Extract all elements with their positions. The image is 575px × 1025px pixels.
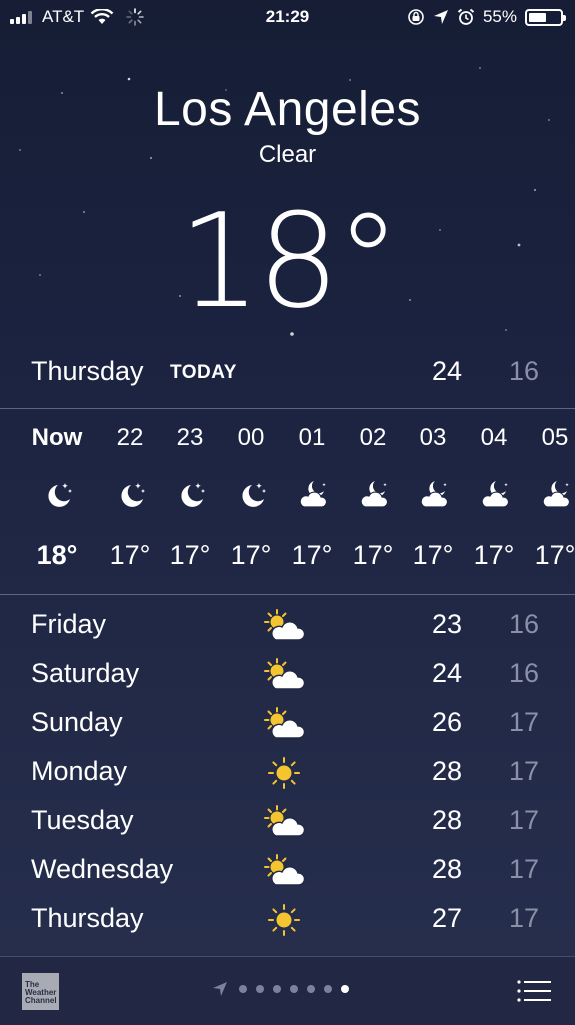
battery-icon bbox=[525, 8, 566, 26]
status-bar: AT&T 21:29 55% bbox=[0, 0, 575, 34]
hourly-temp: 17° bbox=[534, 540, 575, 570]
daily-high: 24 bbox=[431, 658, 463, 688]
page-dot[interactable] bbox=[341, 985, 349, 993]
partly-sunny-icon bbox=[262, 852, 306, 890]
moon-stars-icon bbox=[41, 478, 75, 512]
daily-day: Saturday bbox=[31, 658, 140, 688]
partly-sunny-icon bbox=[262, 803, 306, 841]
today-low: 16 bbox=[508, 356, 540, 386]
daily-forecast-row: Saturday 24 16 bbox=[0, 654, 575, 700]
daily-forecast-row: Tuesday 28 17 bbox=[0, 801, 575, 847]
cloud-moon-icon bbox=[539, 478, 573, 512]
divider bbox=[0, 408, 575, 409]
cloud-moon-icon bbox=[296, 478, 330, 512]
daily-high: 27 bbox=[431, 903, 463, 933]
current-temperature: 18° bbox=[178, 185, 400, 337]
hourly-time: 23 bbox=[176, 424, 204, 451]
city-name: Los Angeles bbox=[153, 83, 422, 136]
moon-stars-icon bbox=[114, 478, 148, 512]
daily-high: 26 bbox=[431, 707, 463, 737]
page-dot[interactable] bbox=[239, 985, 247, 993]
hourly-time: 03 bbox=[419, 424, 447, 451]
hourly-time: 02 bbox=[359, 424, 387, 451]
cloud-moon-icon bbox=[417, 478, 451, 512]
page-dot[interactable] bbox=[307, 985, 315, 993]
page-indicator[interactable] bbox=[212, 981, 349, 997]
daily-high: 28 bbox=[431, 854, 463, 884]
city-list-icon[interactable] bbox=[517, 979, 551, 1003]
location-arrow-icon bbox=[433, 10, 448, 24]
daily-low: 17 bbox=[508, 756, 540, 786]
moon-stars-icon bbox=[235, 478, 269, 512]
today-tag: TODAY bbox=[170, 362, 237, 383]
daily-low: 17 bbox=[508, 903, 540, 933]
page-dot[interactable] bbox=[256, 985, 264, 993]
partly-sunny-icon bbox=[262, 656, 306, 694]
daily-day: Wednesday bbox=[31, 854, 174, 884]
bottom-toolbar: The Weather Channel bbox=[0, 956, 575, 1025]
sun-icon bbox=[262, 754, 306, 792]
daily-high: 28 bbox=[431, 805, 463, 835]
moon-stars-icon bbox=[174, 478, 208, 512]
daily-low: 17 bbox=[508, 854, 540, 884]
page-dot[interactable] bbox=[290, 985, 298, 993]
daily-forecast-row: Thursday 27 17 bbox=[0, 899, 575, 945]
daily-high: 23 bbox=[431, 609, 463, 639]
daily-forecast-row: Monday 28 17 bbox=[0, 752, 575, 798]
daily-day: Friday bbox=[31, 609, 107, 639]
daily-high: 28 bbox=[431, 756, 463, 786]
hourly-temp: 17° bbox=[230, 540, 272, 570]
cloud-moon-icon bbox=[478, 478, 512, 512]
daily-low: 16 bbox=[508, 609, 540, 639]
rotation-lock-icon bbox=[408, 9, 424, 25]
hourly-forecast-strip[interactable]: Now 18° 22 17° 23 17° 00 17° 01 17° 02 17° 03 17° 04 17… bbox=[0, 410, 575, 594]
sun-icon bbox=[262, 901, 306, 939]
today-day: Thursday bbox=[31, 356, 144, 386]
daily-forecast-row: Friday 23 16 bbox=[0, 605, 575, 651]
hourly-time: 00 bbox=[237, 424, 265, 451]
current-condition: Clear bbox=[258, 141, 317, 168]
page-dot[interactable] bbox=[273, 985, 281, 993]
weather-channel-logo[interactable]: The Weather Channel bbox=[22, 973, 59, 1010]
today-high: 24 bbox=[431, 356, 463, 386]
battery-percentage: 55% bbox=[482, 7, 517, 26]
daily-forecast-row: Sunday 26 17 bbox=[0, 703, 575, 749]
daily-day: Sunday bbox=[31, 707, 123, 737]
hourly-time: 22 bbox=[116, 424, 144, 451]
daily-low: 17 bbox=[508, 805, 540, 835]
daily-low: 16 bbox=[508, 658, 540, 688]
cloud-moon-icon bbox=[357, 478, 391, 512]
battery-fill bbox=[529, 12, 546, 22]
daily-low: 17 bbox=[508, 707, 540, 737]
hourly-temp: 17° bbox=[291, 540, 333, 570]
divider bbox=[0, 594, 575, 595]
hourly-time: Now bbox=[31, 424, 83, 451]
hourly-time: 05 bbox=[541, 424, 569, 451]
daily-forecast-row: Wednesday 28 17 bbox=[0, 850, 575, 896]
daily-day: Monday bbox=[31, 756, 128, 786]
page-dot[interactable] bbox=[324, 985, 332, 993]
partly-sunny-icon bbox=[262, 705, 306, 743]
hourly-temp: 17° bbox=[169, 540, 211, 570]
current-location-arrow-icon bbox=[213, 982, 227, 996]
hourly-temp: 17° bbox=[473, 540, 515, 570]
hourly-temp: 18° bbox=[36, 540, 78, 570]
partly-sunny-icon bbox=[262, 607, 306, 645]
daily-day: Tuesday bbox=[31, 805, 134, 835]
hourly-temp: 17° bbox=[352, 540, 394, 570]
hourly-time: 04 bbox=[480, 424, 508, 451]
hourly-time: 01 bbox=[298, 424, 326, 451]
alarm-icon bbox=[457, 8, 475, 25]
daily-day: Thursday bbox=[31, 903, 144, 933]
hourly-temp: 17° bbox=[109, 540, 151, 570]
today-summary-row: Thursday TODAY 24 16 bbox=[0, 352, 575, 394]
hourly-temp: 17° bbox=[412, 540, 454, 570]
